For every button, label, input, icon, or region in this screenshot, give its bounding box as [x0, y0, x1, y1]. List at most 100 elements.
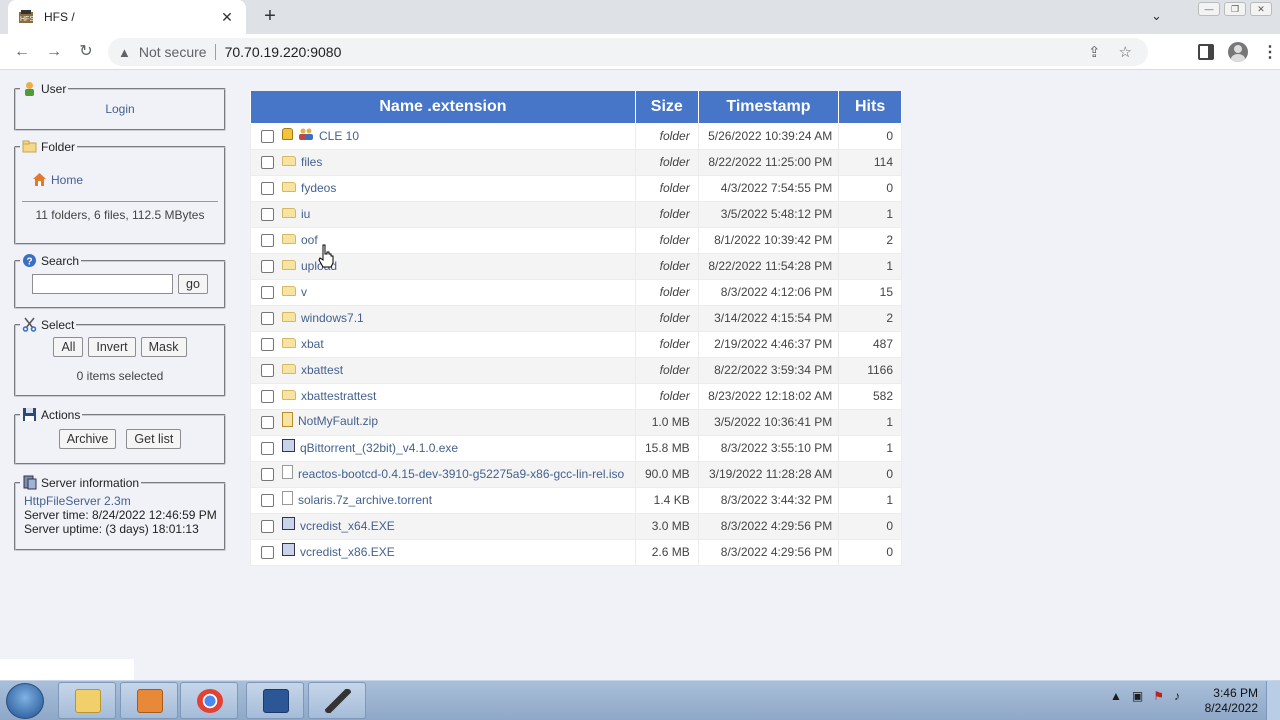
table-row: reactos-bootcd-0.4.15-dev-3910-g52275a9-… [250, 460, 902, 488]
row-checkbox[interactable] [261, 364, 274, 378]
row-checkbox[interactable] [261, 234, 274, 248]
archive-button[interactable]: Archive [58, 429, 117, 449]
name-column-header[interactable]: Name .extension [250, 91, 636, 124]
mask-button[interactable]: Mask [140, 337, 187, 357]
search-input[interactable] [32, 274, 173, 294]
address-bar[interactable]: ▲ Not secure 70.70.19.220:9080 ⇪ ☆ [108, 38, 1148, 66]
file-link[interactable]: vcredist_x86.EXE [300, 545, 395, 559]
action-center-flag-icon[interactable]: ⚑ [1153, 689, 1164, 703]
media-player-taskbar-icon[interactable] [120, 682, 178, 719]
close-window-icon[interactable]: ✕ [1250, 2, 1272, 16]
start-button-icon[interactable] [6, 683, 44, 719]
row-checkbox[interactable] [261, 312, 274, 326]
file-link[interactable]: solaris.7z_archive.torrent [298, 493, 432, 507]
login-link[interactable]: Login [105, 102, 134, 116]
size-column-header[interactable]: Size [634, 91, 699, 124]
file-link[interactable]: fydeos [301, 181, 336, 195]
forward-arrow-icon[interactable]: → [44, 42, 64, 62]
file-link[interactable]: windows7.1 [301, 311, 364, 325]
file-link[interactable]: vcredist_x64.EXE [300, 519, 395, 533]
profile-avatar-icon[interactable] [1228, 42, 1248, 62]
url-text[interactable]: 70.70.19.220:9080 [225, 44, 342, 60]
file-link[interactable]: xbattestrattest [301, 389, 376, 403]
row-checkbox[interactable] [261, 415, 274, 429]
powershell-taskbar-icon[interactable] [246, 682, 304, 719]
share-icon[interactable]: ⇪ [1088, 43, 1101, 61]
kebab-menu-icon[interactable]: ⋮ [1262, 42, 1278, 62]
name-cell: windows7.1 [250, 304, 636, 332]
name-cell: fydeos [250, 174, 636, 202]
size-cell: folder [634, 122, 699, 150]
row-checkbox[interactable] [261, 546, 274, 560]
taskbar-clock[interactable]: 3:46 PM 8/24/2022 [1205, 686, 1258, 716]
microphone-taskbar-icon[interactable] [308, 682, 366, 719]
size-cell: 90.0 MB [634, 460, 699, 488]
home-link[interactable]: Home [51, 173, 83, 187]
minimize-icon[interactable]: — [1198, 2, 1220, 16]
invert-selection-button[interactable]: Invert [88, 337, 136, 357]
name-cell: xbat [250, 330, 636, 358]
file-explorer-taskbar-icon[interactable] [58, 682, 116, 719]
row-checkbox[interactable] [261, 467, 274, 481]
show-desktop-button[interactable] [1266, 681, 1280, 720]
go-button[interactable]: go [178, 274, 208, 294]
table-row: windows7.1 folder 3/14/2022 4:15:54 PM 2 [250, 304, 902, 332]
search-legend: Search [41, 253, 80, 268]
side-panel-icon[interactable] [1198, 44, 1214, 60]
back-arrow-icon[interactable]: ← [12, 42, 32, 62]
actions-panel: Actions Archive Get list [14, 407, 226, 465]
file-link[interactable]: xbattest [301, 363, 343, 377]
home-icon [32, 172, 47, 187]
file-link[interactable]: oof [301, 233, 318, 247]
row-checkbox[interactable] [261, 520, 274, 534]
row-checkbox[interactable] [261, 182, 274, 196]
network-icon[interactable]: ▣ [1132, 689, 1143, 703]
tab-close-icon[interactable]: ✕ [218, 9, 236, 26]
row-checkbox[interactable] [261, 286, 274, 300]
get-list-button[interactable]: Get list [126, 429, 182, 449]
size-cell: 1.0 MB [634, 408, 699, 436]
row-checkbox[interactable] [261, 338, 274, 352]
chrome-taskbar-icon[interactable] [180, 682, 238, 719]
size-cell: folder [634, 278, 699, 306]
select-all-button[interactable]: All [53, 337, 84, 357]
exe-file-icon [282, 543, 295, 557]
timestamp-cell: 8/3/2022 4:29:56 PM [697, 512, 840, 540]
show-hidden-icons-icon[interactable]: ▲ [1110, 689, 1122, 703]
file-link[interactable]: reactos-bootcd-0.4.15-dev-3910-g52275a9-… [298, 467, 624, 481]
file-link[interactable]: CLE 10 [319, 129, 359, 143]
file-link[interactable]: xbat [301, 337, 324, 351]
row-checkbox[interactable] [261, 260, 274, 274]
volume-icon[interactable]: ♪ [1174, 689, 1180, 703]
row-checkbox[interactable] [261, 390, 274, 404]
row-checkbox[interactable] [261, 493, 274, 507]
user-icon [22, 81, 37, 96]
file-link[interactable]: iu [301, 207, 310, 221]
file-link[interactable]: qBittorrent_(32bit)_v4.1.0.exe [300, 441, 458, 455]
users-icon [298, 128, 314, 140]
timestamp-column-header[interactable]: Timestamp [697, 91, 840, 124]
row-checkbox[interactable] [261, 208, 274, 222]
table-row: xbattestrattest folder 8/23/2022 12:18:02 … [250, 382, 902, 410]
folder-icon [282, 389, 296, 400]
table-row: vcredist_x86.EXE 2.6 MB 8/3/2022 4:29:56 P… [250, 538, 902, 566]
new-tab-button[interactable]: + [260, 5, 280, 28]
browser-tab[interactable]: HFS HFS / ✕ [8, 0, 246, 34]
bookmark-star-icon[interactable]: ☆ [1119, 43, 1132, 61]
hits-column-header[interactable]: Hits [838, 91, 902, 124]
clock-time: 3:46 PM [1213, 686, 1258, 700]
row-checkbox[interactable] [261, 442, 274, 456]
security-label[interactable]: Not secure [139, 44, 216, 60]
file-link[interactable]: files [301, 155, 322, 169]
row-checkbox[interactable] [261, 130, 274, 144]
reload-icon[interactable]: ↻ [76, 42, 96, 62]
windows-taskbar: ▲ ▣ ⚑ ♪ 3:46 PM 8/24/2022 [0, 680, 1280, 720]
warning-triangle-icon[interactable]: ▲ [118, 45, 131, 60]
hits-cell: 0 [838, 122, 902, 150]
tab-search-chevron-icon[interactable]: ⌄ [1151, 8, 1162, 24]
hfs-version-link[interactable]: HttpFileServer 2.3m [24, 494, 131, 508]
file-link[interactable]: v [301, 285, 307, 299]
row-checkbox[interactable] [261, 156, 274, 170]
restore-icon[interactable]: ❐ [1224, 2, 1246, 16]
file-link[interactable]: NotMyFault.zip [298, 414, 378, 428]
